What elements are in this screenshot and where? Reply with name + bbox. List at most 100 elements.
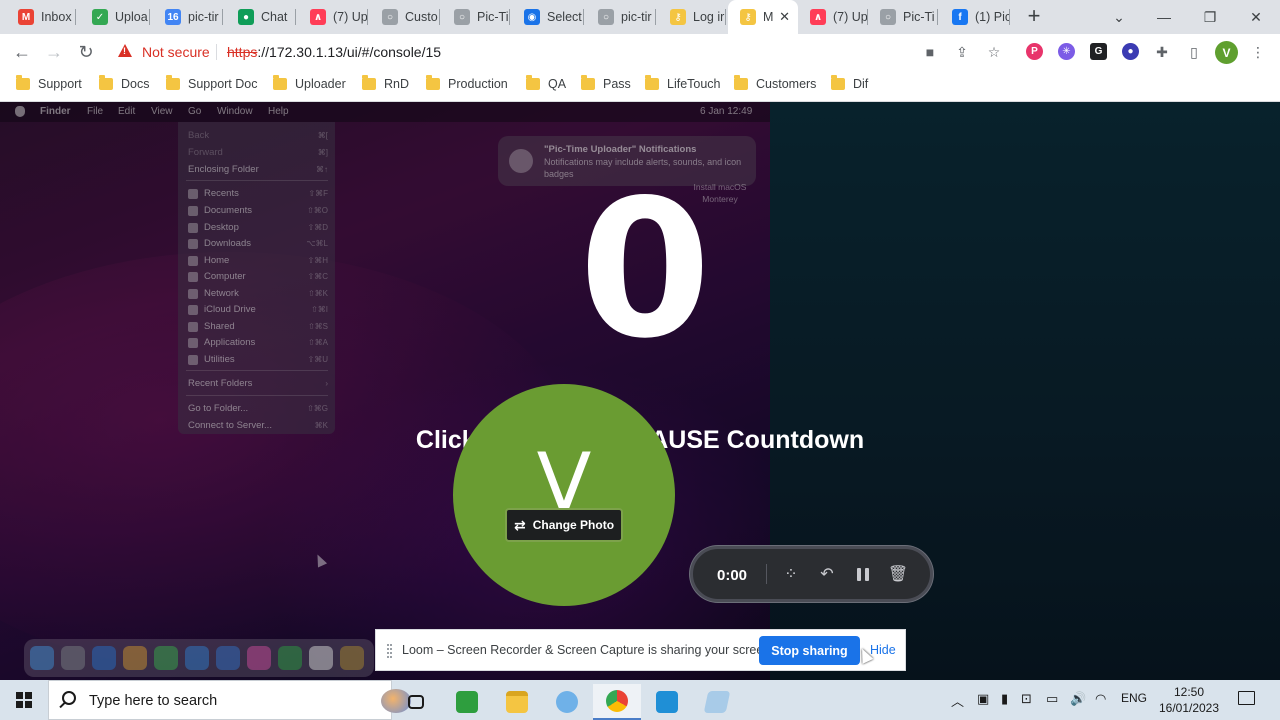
- bookmark-folder[interactable]: Production: [426, 75, 508, 91]
- bookmark-folder[interactable]: Customers: [734, 75, 816, 91]
- bookmark-star-icon[interactable]: ☆: [983, 41, 1005, 63]
- bookmark-label: Support Doc: [188, 77, 258, 91]
- grammarly-extension-icon[interactable]: G: [1090, 43, 1107, 60]
- new-tab-button[interactable]: +: [1022, 5, 1046, 29]
- browser-tab[interactable]: M Inbox: [6, 0, 76, 34]
- app-blue-icon[interactable]: [643, 684, 691, 720]
- chrome-icon[interactable]: [593, 684, 641, 720]
- tray-app-icon[interactable]: ▣: [977, 691, 989, 707]
- minimize-icon[interactable]: —: [1141, 0, 1187, 34]
- chat-icon: ●: [238, 9, 254, 25]
- delete-icon[interactable]: 🗑: [887, 563, 909, 585]
- restore-icon[interactable]: ❐: [1187, 0, 1233, 34]
- folder-icon: [831, 75, 845, 90]
- tray-overflow-icon[interactable]: ︿: [951, 691, 964, 710]
- app-green-icon[interactable]: [443, 684, 491, 720]
- taskbar-search[interactable]: Type here to search: [48, 680, 411, 720]
- extensions-puzzle-icon[interactable]: ✚: [1151, 41, 1173, 63]
- windows-logo-icon: [16, 692, 32, 708]
- bookmark-label: LifeTouch: [667, 77, 721, 91]
- bookmark-folder[interactable]: Uploader: [273, 75, 346, 91]
- file-explorer-icon[interactable]: [493, 684, 541, 720]
- task-view-icon[interactable]: [392, 684, 440, 720]
- language-indicator[interactable]: ENG: [1121, 691, 1147, 705]
- folder-icon: [426, 75, 440, 90]
- change-photo-button[interactable]: ⇄ Change Photo: [505, 508, 623, 542]
- tab-label: Uploa: [115, 10, 148, 24]
- browser-tab[interactable]: f (1) Pic: [940, 0, 1010, 34]
- profile-avatar[interactable]: V: [1215, 41, 1238, 64]
- pause-icon[interactable]: [852, 563, 874, 585]
- browser-tab[interactable]: ● Chat: [226, 0, 296, 34]
- browser-tab[interactable]: ◉ Select: [512, 0, 584, 34]
- folder-icon: [526, 75, 540, 90]
- camera-bubble[interactable]: V ⇄ Change Photo: [453, 384, 675, 606]
- wifi-icon[interactable]: ◠: [1095, 691, 1106, 707]
- security-label[interactable]: Not secure: [142, 44, 210, 60]
- tab-separator: [509, 9, 510, 25]
- camera-icon[interactable]: ■: [919, 41, 941, 63]
- restart-icon[interactable]: ↶: [816, 563, 838, 585]
- drag-handle-icon[interactable]: [387, 644, 392, 658]
- back-icon[interactable]: ←: [10, 40, 34, 64]
- taskbar-clock[interactable]: 12:50 16/01/2023: [1155, 684, 1223, 716]
- hide-link[interactable]: Hide: [870, 643, 896, 657]
- microphone-icon[interactable]: ▮: [1001, 691, 1008, 707]
- pinterest-extension-icon[interactable]: P: [1026, 43, 1043, 60]
- extension-badge-icon[interactable]: ●: [1122, 43, 1139, 60]
- browser-tab[interactable]: ∧ (7) Up: [298, 0, 368, 34]
- tab-separator: [222, 9, 223, 25]
- browser-tab[interactable]: ○ Custo: [370, 0, 440, 34]
- browser-tab[interactable]: ∧ (7) Up: [798, 0, 868, 34]
- close-window-icon[interactable]: ✕: [1233, 0, 1279, 34]
- tab-label: Custo: [405, 10, 438, 24]
- folder-icon: [166, 75, 180, 90]
- change-photo-label: Change Photo: [532, 518, 615, 532]
- start-button[interactable]: [0, 680, 48, 720]
- reload-icon[interactable]: ↻: [74, 40, 98, 64]
- gmail-icon: M: [18, 9, 34, 25]
- clock-date: 16/01/2023: [1158, 701, 1220, 715]
- url-scheme: https: [227, 44, 258, 60]
- forward-icon[interactable]: →: [42, 40, 66, 64]
- menu-icon[interactable]: ⋮: [1247, 41, 1269, 63]
- app-notes-icon[interactable]: [693, 684, 741, 720]
- bookmark-folder[interactable]: Pass: [581, 75, 631, 91]
- select-icon: ◉: [524, 9, 540, 25]
- drawing-tools-icon[interactable]: ⁘: [780, 563, 802, 585]
- bookmark-folder[interactable]: LifeTouch: [645, 75, 721, 91]
- browser-tab[interactable]: 16 pic-tir: [153, 0, 223, 34]
- browser-tab[interactable]: ○ Pic-Ti: [868, 0, 938, 34]
- bookmark-folder[interactable]: Docs: [99, 75, 149, 91]
- bookmark-folder[interactable]: Support: [16, 75, 82, 91]
- bookmark-folder[interactable]: RnD: [362, 75, 409, 91]
- screen-sharing-bar: Loom – Screen Recorder & Screen Capture …: [375, 629, 906, 671]
- share-icon[interactable]: ⇪: [951, 41, 973, 63]
- stop-sharing-button[interactable]: Stop sharing: [759, 636, 860, 665]
- extension-star-icon[interactable]: ✳: [1058, 43, 1075, 60]
- tab-search-icon[interactable]: ⌄: [1096, 0, 1142, 34]
- browser-tab[interactable]: ✓ Uploa: [80, 0, 150, 34]
- bookmark-folder[interactable]: QA: [526, 75, 566, 91]
- browser-tab[interactable]: ⚷ Log ir: [658, 0, 726, 34]
- action-center-icon[interactable]: [1238, 691, 1255, 705]
- browser-tab[interactable]: ○ pic-tir: [586, 0, 656, 34]
- monday-icon: ∧: [310, 9, 326, 25]
- url-text[interactable]: https://172.30.1.13/ui/#/console/15: [227, 44, 441, 60]
- recording-controls: 0:00 ⁘ ↶ 🗑: [690, 546, 933, 602]
- bookmark-folder[interactable]: Dif: [831, 75, 868, 91]
- facebook-icon: f: [952, 9, 968, 25]
- address-bar[interactable]: Not secure https://172.30.1.13/ui/#/cons…: [108, 37, 1014, 67]
- battery-icon[interactable]: ▭: [1046, 691, 1058, 707]
- warning-icon[interactable]: [118, 44, 132, 57]
- folder-icon: [581, 75, 595, 90]
- browser-tab[interactable]: ⚷ M ✕: [728, 0, 798, 34]
- folder-icon: [362, 75, 376, 90]
- volume-icon[interactable]: 🔊: [1070, 691, 1086, 707]
- browser-tab[interactable]: ○ Pic-Ti: [442, 0, 510, 34]
- bookmark-folder[interactable]: Support Doc: [166, 75, 258, 91]
- side-panel-icon[interactable]: ▯: [1183, 41, 1205, 63]
- tray-camera-icon[interactable]: ⊡: [1021, 691, 1032, 707]
- paint-icon[interactable]: [543, 684, 591, 720]
- tab-close-icon[interactable]: ✕: [779, 9, 790, 25]
